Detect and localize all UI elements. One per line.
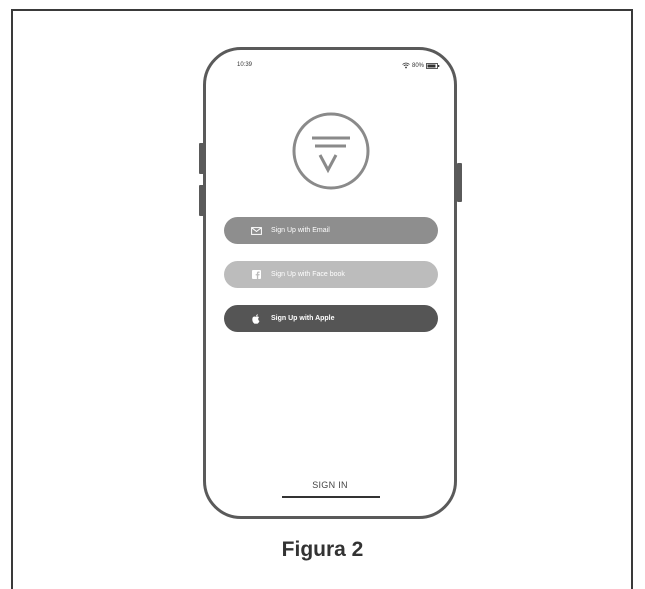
sign-up-facebook-button[interactable]: Sign Up with Face book [224, 261, 438, 288]
sign-up-apple-label: Sign Up with Apple [271, 315, 335, 322]
figure-caption: Figura 2 [281, 538, 364, 561]
sign-up-email-button[interactable]: Sign Up with Email [224, 217, 438, 244]
battery-percent: 80% [411, 62, 424, 69]
apple-icon [250, 313, 262, 324]
sign-up-facebook-label: Sign Up with Face book [271, 271, 345, 278]
status-time: 10:39 [237, 62, 253, 68]
facebook-icon [250, 270, 262, 280]
envelope-icon [250, 226, 262, 236]
sign-up-apple-button[interactable]: Sign Up with Apple [224, 305, 438, 332]
phone-power-button [457, 163, 462, 202]
sign-in-link[interactable]: SIGN IN [206, 480, 454, 490]
status-indicators: 80% [402, 62, 440, 69]
wifi-icon [402, 62, 410, 69]
battery-icon [426, 62, 440, 69]
phone-screen: 10:39 80% Sign Up with Email Sign Up wit… [203, 47, 457, 519]
brand-logo-icon [288, 108, 374, 194]
sign-in-underline [282, 496, 380, 498]
sign-up-email-label: Sign Up with Email [271, 227, 330, 234]
